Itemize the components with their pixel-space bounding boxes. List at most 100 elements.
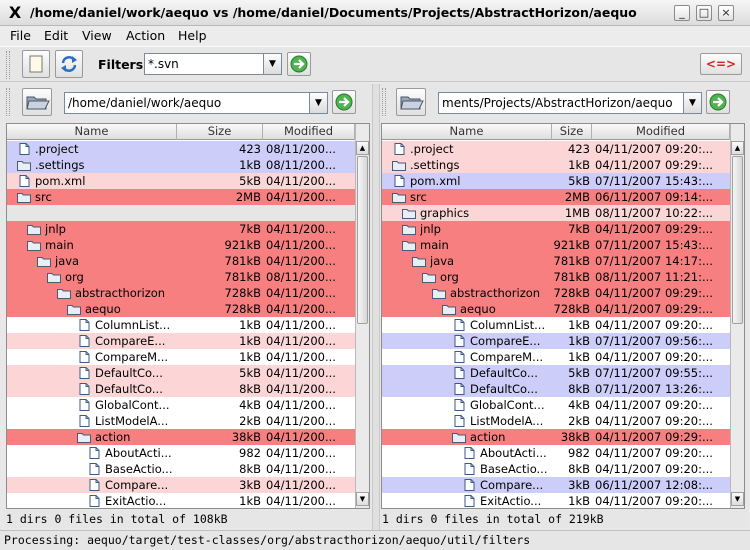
table-row[interactable] (7, 205, 355, 221)
table-row[interactable]: BaseActio... 8kB 04/11/2007 09:20:... (382, 461, 730, 477)
table-row[interactable]: AboutActi... 982 04/11/2007 09:20:... (382, 445, 730, 461)
folder-icon (452, 431, 466, 443)
right-path-combo[interactable]: ments/Projects/AbstractHorizon/aequo ▼ (438, 92, 702, 114)
table-row[interactable]: BaseActio... 8kB 04/11/200... (7, 461, 355, 477)
right-go-button[interactable] (706, 90, 730, 114)
table-row[interactable]: jnlp 7kB 04/11/200... (7, 221, 355, 237)
table-row[interactable]: DefaultCo... 5kB 04/11/200... (7, 365, 355, 381)
table-row[interactable]: main 921kB 04/11/200... (7, 237, 355, 253)
right-scroll-up-arrow[interactable]: ▲ (731, 141, 744, 155)
right-scroll-down-arrow[interactable]: ▼ (731, 492, 744, 506)
row-size: 728kB (553, 286, 591, 300)
close-button[interactable]: × (718, 5, 734, 21)
row-name: .project (410, 142, 454, 156)
left-scroll-thumb[interactable] (357, 156, 368, 324)
filter-combo[interactable]: *.svn ▼ (144, 53, 282, 75)
menu-help[interactable]: Help (178, 28, 207, 43)
left-vertical-scrollbar[interactable]: ▲ ▼ (355, 124, 369, 508)
maximize-button[interactable]: □ (696, 5, 712, 21)
table-row[interactable]: DefaultCo... 8kB 07/11/2007 13:26:... (382, 381, 730, 397)
refresh-button[interactable] (55, 50, 83, 78)
right-col-name[interactable]: Name (382, 124, 552, 140)
left-go-button[interactable] (332, 90, 356, 114)
right-path-dropdown-arrow[interactable]: ▼ (683, 93, 701, 113)
menu-view[interactable]: View (82, 28, 112, 43)
right-open-folder-button[interactable] (396, 88, 426, 116)
new-button[interactable] (22, 50, 50, 78)
table-row[interactable]: pom.xml 5kB 07/11/2007 15:43:... (382, 173, 730, 189)
table-row[interactable]: CompareM... 1kB 04/11/200... (7, 349, 355, 365)
table-row[interactable]: pom.xml 5kB 04/11/200... (7, 173, 355, 189)
left-path-dropdown-arrow[interactable]: ▼ (309, 93, 327, 113)
right-col-modified[interactable]: Modified (592, 124, 730, 140)
table-row[interactable]: main 921kB 07/11/2007 15:43:... (382, 237, 730, 253)
right-file-table[interactable]: Name Size Modified .project 423 04/11/2007… (381, 123, 745, 509)
table-row[interactable]: java 781kB 07/11/2007 14:17:... (382, 253, 730, 269)
table-row[interactable]: org 781kB 08/11/200... (7, 269, 355, 285)
left-toolbar-grip[interactable] (6, 88, 10, 116)
table-row[interactable]: CompareE... 1kB 04/11/200... (7, 333, 355, 349)
table-row[interactable]: Compare... 3kB 04/11/200... (7, 477, 355, 493)
right-scroll-thumb[interactable] (732, 156, 743, 324)
left-file-table[interactable]: Name Size Modified .project 423 08/11/200.… (6, 123, 370, 509)
table-row[interactable]: graphics 1MB 08/11/2007 10:22:... (382, 205, 730, 221)
left-path-value[interactable]: /home/daniel/work/aequo (68, 96, 221, 110)
table-row[interactable]: ColumnList... 1kB 04/11/200... (7, 317, 355, 333)
row-modified: 07/11/2007 15:43:... (595, 174, 713, 188)
table-row[interactable]: GlobalCont... 4kB 04/11/200... (7, 397, 355, 413)
table-row[interactable]: .settings 1kB 04/11/2007 09:29:... (382, 157, 730, 173)
table-row[interactable]: aequo 728kB 04/11/2007 09:29:... (382, 301, 730, 317)
table-row[interactable]: Compare... 3kB 06/11/2007 12:08:... (382, 477, 730, 493)
apply-filter-button[interactable] (287, 52, 311, 76)
left-scroll-up-arrow[interactable]: ▲ (356, 141, 369, 155)
table-row[interactable]: .project 423 04/11/2007 09:20:... (382, 141, 730, 157)
table-row[interactable]: abstracthorizon 728kB 04/11/2007 09:29:... (382, 285, 730, 301)
right-vertical-scrollbar[interactable]: ▲ ▼ (730, 124, 744, 508)
table-row[interactable]: .project 423 08/11/200... (7, 141, 355, 157)
table-row[interactable]: ListModelA... 2kB 04/11/2007 09:20:... (382, 413, 730, 429)
table-row[interactable]: abstracthorizon 728kB 04/11/200... (7, 285, 355, 301)
toolbar-grip[interactable] (6, 51, 10, 79)
table-row[interactable]: AboutActi... 982 04/11/200... (7, 445, 355, 461)
table-row[interactable]: java 781kB 04/11/200... (7, 253, 355, 269)
row-name: DefaultCo... (95, 382, 163, 396)
left-col-size[interactable]: Size (177, 124, 263, 140)
right-toolbar-grip[interactable] (382, 88, 386, 116)
app-x-icon: X (8, 3, 22, 22)
table-row[interactable]: action 38kB 04/11/200... (7, 429, 355, 445)
table-row[interactable]: CompareE... 1kB 07/11/2007 09:56:... (382, 333, 730, 349)
table-row[interactable]: ListModelA... 2kB 04/11/200... (7, 413, 355, 429)
minimize-button[interactable]: _ (674, 5, 690, 21)
table-row[interactable]: src 2MB 06/11/2007 09:14:... (382, 189, 730, 205)
menu-action[interactable]: Action (126, 28, 165, 43)
right-col-size[interactable]: Size (552, 124, 592, 140)
left-col-name[interactable]: Name (7, 124, 177, 140)
table-row[interactable]: aequo 728kB 04/11/200... (7, 301, 355, 317)
green-arrow-icon (290, 55, 308, 73)
table-row[interactable]: ColumnList... 1kB 04/11/2007 09:20:... (382, 317, 730, 333)
filter-dropdown-arrow[interactable]: ▼ (263, 54, 281, 74)
right-path-value[interactable]: ments/Projects/AbstractHorizon/aequo (442, 96, 673, 110)
table-row[interactable]: GlobalCont... 4kB 04/11/2007 09:20:... (382, 397, 730, 413)
table-row[interactable]: src 2MB 04/11/200... (7, 189, 355, 205)
split-divider[interactable] (372, 84, 380, 530)
left-path-combo[interactable]: /home/daniel/work/aequo ▼ (64, 92, 328, 114)
left-open-folder-button[interactable] (22, 88, 52, 116)
table-row[interactable]: action 38kB 04/11/2007 09:29:... (382, 429, 730, 445)
folder-icon (27, 223, 41, 235)
table-row[interactable]: jnlp 7kB 04/11/2007 09:29:... (382, 221, 730, 237)
left-scroll-down-arrow[interactable]: ▼ (356, 492, 369, 506)
menu-edit[interactable]: Edit (44, 28, 68, 43)
table-row[interactable]: org 781kB 08/11/2007 11:21:... (382, 269, 730, 285)
title-bar[interactable]: X /home/daniel/work/aequo vs /home/danie… (0, 0, 750, 26)
table-row[interactable]: DefaultCo... 5kB 07/11/2007 09:55:... (382, 365, 730, 381)
table-row[interactable]: CompareM... 1kB 04/11/2007 09:20:... (382, 349, 730, 365)
table-row[interactable]: ExitActio... 1kB 04/11/200... (7, 493, 355, 508)
filter-value[interactable]: *.svn (148, 57, 179, 71)
menu-file[interactable]: File (10, 28, 31, 43)
table-row[interactable]: DefaultCo... 8kB 04/11/200... (7, 381, 355, 397)
left-col-modified[interactable]: Modified (263, 124, 355, 140)
compare-button[interactable]: <=> (700, 53, 742, 75)
table-row[interactable]: ExitActio... 1kB 04/11/2007 09:20:... (382, 493, 730, 508)
table-row[interactable]: .settings 1kB 08/11/200... (7, 157, 355, 173)
